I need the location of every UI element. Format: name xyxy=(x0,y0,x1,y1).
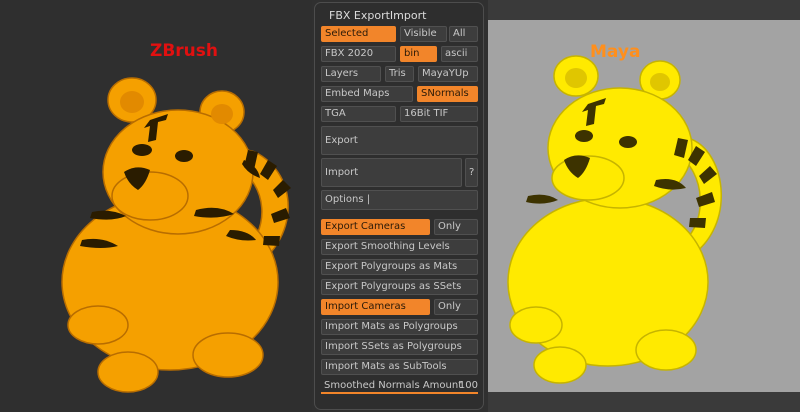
zbrush-viewport: ZBrush xyxy=(0,0,312,412)
import-button[interactable]: Import xyxy=(321,158,462,187)
export-smoothing-levels-toggle[interactable]: Export Smoothing Levels xyxy=(321,239,478,255)
maya-tiger-model xyxy=(507,55,722,384)
smoothed-normals-slider[interactable]: Smoothed Normals Amount 100 xyxy=(321,379,478,395)
import-ssets-as-polygroups-toggle[interactable]: Import SSets as Polygroups xyxy=(321,339,478,355)
snormals-toggle[interactable]: SNormals xyxy=(417,86,478,102)
smoothed-normals-label: Smoothed Normals Amount xyxy=(324,380,463,391)
import-cameras-only-toggle[interactable]: Only xyxy=(434,299,478,315)
help-button[interactable]: ? xyxy=(465,158,478,187)
export-polygroups-as-mats-toggle[interactable]: Export Polygroups as Mats xyxy=(321,259,478,275)
export-button[interactable]: Export xyxy=(321,126,478,155)
layers-toggle[interactable]: Layers xyxy=(321,66,381,82)
panel-title: FBX ExportImport xyxy=(329,9,427,22)
export-cameras-toggle[interactable]: Export Cameras xyxy=(321,219,430,235)
zbrush-tiger-model xyxy=(61,77,291,393)
smoothed-normals-value: 100 xyxy=(458,380,478,391)
16bit-tif-toggle[interactable]: 16Bit TIF xyxy=(400,106,478,122)
smoothed-normals-fill xyxy=(321,392,478,394)
bin-toggle[interactable]: bin xyxy=(400,46,437,62)
fbx-version-button[interactable]: FBX 2020 xyxy=(321,46,396,62)
export-cameras-only-toggle[interactable]: Only xyxy=(434,219,478,235)
fbx-exportimport-panel: FBX ExportImport Selected Visible All FB… xyxy=(314,2,484,410)
import-mats-as-polygroups-toggle[interactable]: Import Mats as Polygroups xyxy=(321,319,478,335)
ascii-toggle[interactable]: ascii xyxy=(441,46,478,62)
export-polygroups-as-ssets-toggle[interactable]: Export Polygroups as SSets xyxy=(321,279,478,295)
maya-viewport: Maya xyxy=(488,20,800,392)
visible-toggle[interactable]: Visible xyxy=(400,26,447,42)
options-button[interactable]: Options | xyxy=(321,190,478,210)
tga-toggle[interactable]: TGA xyxy=(321,106,396,122)
embed-maps-toggle[interactable]: Embed Maps xyxy=(321,86,413,102)
selected-toggle[interactable]: Selected xyxy=(321,26,396,42)
import-cameras-toggle[interactable]: Import Cameras xyxy=(321,299,430,315)
tris-toggle[interactable]: Tris xyxy=(385,66,414,82)
import-mats-as-subtools-toggle[interactable]: Import Mats as SubTools xyxy=(321,359,478,375)
mayayup-toggle[interactable]: MayaYUp xyxy=(418,66,478,82)
maya-viewport-frame: Maya xyxy=(488,0,800,412)
all-toggle[interactable]: All xyxy=(449,26,478,42)
